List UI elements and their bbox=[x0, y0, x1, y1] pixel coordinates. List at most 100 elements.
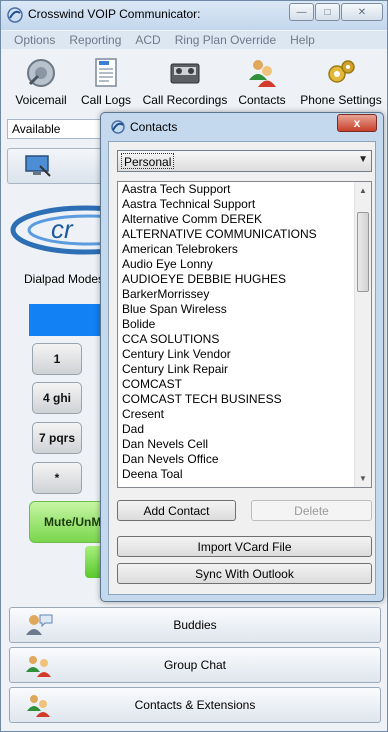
group-chat-icon bbox=[26, 656, 51, 677]
sync-outlook-label: Sync With Outlook bbox=[195, 566, 294, 581]
voicemail-label: Voicemail bbox=[15, 93, 67, 107]
buddies-icon bbox=[26, 614, 53, 635]
title-bar: Crosswind VOIP Communicator: — □ ✕ bbox=[1, 1, 387, 30]
dialpad-key-1[interactable]: 1 bbox=[32, 343, 82, 375]
contact-list-item[interactable]: COMCAST bbox=[118, 377, 356, 392]
svg-text:cr: cr bbox=[51, 214, 74, 244]
delete-button[interactable]: Delete bbox=[251, 500, 372, 521]
scroll-up-icon[interactable]: ▲ bbox=[355, 182, 371, 199]
close-button[interactable]: ✕ bbox=[341, 3, 383, 21]
scroll-thumb[interactable] bbox=[357, 212, 369, 292]
minimize-icon: — bbox=[296, 6, 307, 18]
dialpad-key-label: 7 pqrs bbox=[38, 431, 75, 445]
close-icon: ✕ bbox=[357, 6, 367, 18]
contacts-button[interactable]: Contacts bbox=[235, 51, 289, 107]
contacts-extensions-icon bbox=[27, 695, 50, 717]
dial-display[interactable] bbox=[29, 304, 105, 336]
contact-list-item[interactable]: Century Link Vendor bbox=[118, 347, 356, 362]
close-icon: x bbox=[353, 116, 361, 130]
status-value: Available bbox=[12, 122, 61, 136]
app-logo-icon bbox=[111, 120, 125, 134]
mute-button[interactable]: Mute/UnM bbox=[29, 501, 105, 543]
dialpad-key-star[interactable]: * bbox=[32, 462, 82, 494]
phone-tab[interactable] bbox=[7, 148, 103, 184]
menu-options[interactable]: Options bbox=[14, 31, 55, 49]
contact-list-item[interactable]: Bolide bbox=[118, 317, 356, 332]
menu-ring-plan-override[interactable]: Ring Plan Override bbox=[175, 31, 276, 49]
contact-list-item[interactable]: COMCAST TECH BUSINESS bbox=[118, 392, 356, 407]
dialpad-key-label: * bbox=[54, 471, 60, 485]
chevron-down-icon: ▼ bbox=[358, 154, 368, 165]
contact-list-item[interactable]: Blue Span Wireless bbox=[118, 302, 356, 317]
buddies-label: Buddies bbox=[173, 618, 217, 632]
sync-outlook-button[interactable]: Sync With Outlook bbox=[117, 563, 372, 584]
contact-list-item[interactable]: Aastra Tech Support bbox=[118, 182, 356, 197]
call-logs-icon bbox=[95, 58, 117, 87]
toolbar: Voicemail Call Logs Call Recordings Cont… bbox=[1, 51, 387, 111]
voicemail-icon bbox=[27, 59, 55, 87]
menu-bar: Options Reporting ACD Ring Plan Override… bbox=[1, 31, 387, 49]
maximize-button[interactable]: □ bbox=[315, 3, 340, 21]
crosswind-logo-icon: cr bbox=[10, 205, 103, 255]
scroll-down-icon[interactable]: ▼ bbox=[355, 470, 371, 487]
contacts-dialog-title: Contacts bbox=[130, 120, 178, 134]
group-chat-label: Group Chat bbox=[163, 658, 227, 672]
contact-list-item[interactable]: Cresent bbox=[118, 407, 356, 422]
menu-reporting[interactable]: Reporting bbox=[69, 31, 121, 49]
contact-list-item[interactable]: Dad bbox=[118, 422, 356, 437]
mute-label: Mute/UnM bbox=[44, 515, 102, 529]
dialpad-key-4[interactable]: 4 ghi bbox=[32, 382, 82, 414]
group-chat-tab[interactable]: Group Chat bbox=[9, 647, 381, 683]
contact-list-item[interactable]: Aastra Technical Support bbox=[118, 197, 356, 212]
contacts-dialog-body: Personal ▼ Aastra Tech Support Aastra Tec… bbox=[108, 141, 376, 595]
phone-settings-icon bbox=[328, 60, 355, 83]
contact-list-scrollbar[interactable]: ▲ ▼ bbox=[354, 182, 371, 487]
maximize-icon: □ bbox=[324, 6, 331, 18]
call-logs-label: Call Logs bbox=[80, 93, 132, 107]
phone-settings-label: Phone Settings bbox=[300, 93, 382, 107]
contact-list-item[interactable]: ALTERNATIVE COMMUNICATIONS bbox=[118, 227, 356, 242]
contact-list-item[interactable]: BarkerMorrissey bbox=[118, 287, 356, 302]
menu-help[interactable]: Help bbox=[290, 31, 315, 49]
contact-list-item[interactable]: Alternative Comm DEREK bbox=[118, 212, 356, 227]
contact-list-item[interactable]: Dan Nevels Office bbox=[118, 452, 356, 467]
contact-list-item[interactable]: AUDIOEYE DEBBIE HUGHES bbox=[118, 272, 356, 287]
monitor-phone-icon bbox=[25, 155, 51, 177]
contacts-extensions-tab[interactable]: Contacts & Extensions bbox=[9, 687, 381, 723]
dialpad-key-label: 4 ghi bbox=[42, 391, 71, 405]
add-contact-label: Add Contact bbox=[143, 503, 210, 518]
contact-list-item[interactable]: CCA SOLUTIONS bbox=[118, 332, 356, 347]
contact-list-item[interactable]: Dan Nevels Cell bbox=[118, 437, 356, 452]
dialpad-key-7[interactable]: 7 pqrs bbox=[32, 422, 82, 454]
call-recordings-icon bbox=[170, 63, 200, 84]
crosswind-logo: cr bbox=[7, 196, 103, 266]
buddies-tab[interactable]: Buddies bbox=[9, 607, 381, 643]
contact-list-item[interactable]: Century Link Repair bbox=[118, 362, 356, 377]
call-recordings-button[interactable]: Call Recordings bbox=[141, 51, 229, 107]
contact-group-dropdown[interactable]: Personal ▼ bbox=[117, 150, 372, 172]
app-logo-icon bbox=[7, 7, 23, 23]
import-vcard-button[interactable]: Import VCard File bbox=[117, 536, 372, 557]
delete-label: Delete bbox=[294, 503, 329, 518]
dialog-close-button[interactable]: x bbox=[337, 114, 377, 132]
menu-acd[interactable]: ACD bbox=[135, 31, 160, 49]
call-logs-button[interactable]: Call Logs bbox=[78, 51, 134, 107]
contact-list-item[interactable]: Audio Eye Lonny bbox=[118, 257, 356, 272]
contact-group-value: Personal bbox=[121, 153, 175, 169]
contacts-icon bbox=[249, 60, 276, 87]
dialpad-key-label: 1 bbox=[53, 352, 61, 366]
status-select[interactable]: Available bbox=[7, 119, 105, 139]
contacts-dialog-titlebar[interactable]: Contacts x bbox=[101, 113, 383, 139]
contact-list-item[interactable]: American Telebrokers bbox=[118, 242, 356, 257]
contacts-dialog: Contacts x Personal ▼ Aastra Tech Suppor… bbox=[100, 112, 384, 602]
minimize-button[interactable]: — bbox=[289, 3, 314, 21]
dialpad-modes-label: Dialpad Modes bbox=[24, 272, 105, 286]
add-contact-button[interactable]: Add Contact bbox=[117, 500, 236, 521]
voicemail-button[interactable]: Voicemail bbox=[11, 51, 71, 107]
contact-list-item[interactable]: Deena Toal bbox=[118, 467, 356, 482]
call-recordings-label: Call Recordings bbox=[142, 93, 228, 107]
phone-settings-button[interactable]: Phone Settings bbox=[297, 51, 385, 107]
contact-list[interactable]: Aastra Tech Support Aastra Technical Supp… bbox=[117, 181, 372, 488]
contact-items: Aastra Tech Support Aastra Technical Supp… bbox=[118, 182, 356, 482]
window-title: Crosswind VOIP Communicator: bbox=[28, 7, 201, 21]
